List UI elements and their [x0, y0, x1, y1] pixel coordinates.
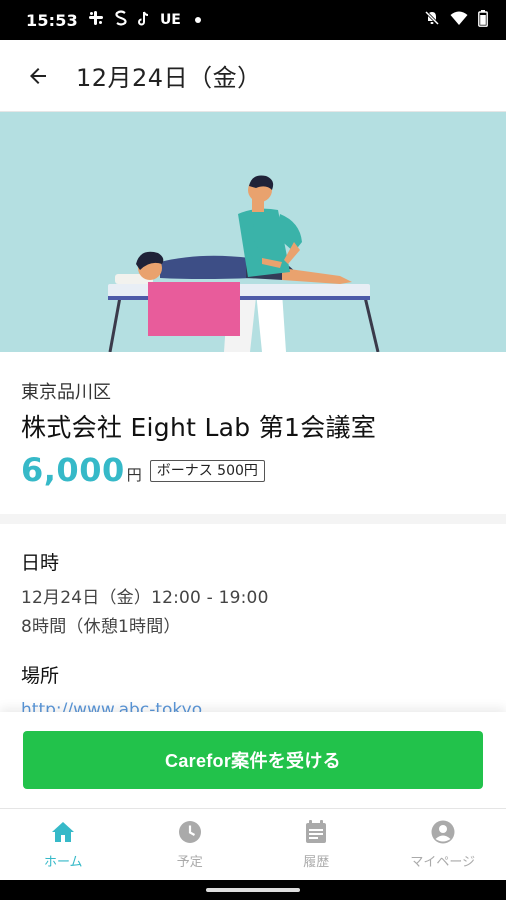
- gesture-handle[interactable]: [206, 888, 300, 892]
- bonus-badge: ボーナス 500円: [149, 460, 265, 482]
- venue-title: 株式会社 Eight Lab 第1会議室: [21, 413, 377, 442]
- price-value: 6,000: [21, 451, 125, 489]
- nav-label-schedule: 予定: [176, 855, 203, 870]
- duration-line: 8時間（休憩1時間）: [21, 617, 181, 637]
- tiktok-icon: [137, 11, 150, 30]
- nav-item-history[interactable]: 履歴: [253, 809, 380, 880]
- screen: 12月24日（金） 東京品川区 株式会社 Eight Lab 第1会議室 6,0…: [0, 40, 506, 880]
- nav-item-mypage[interactable]: マイページ: [380, 809, 506, 880]
- datetime-line: 12月24日（金）12:00 - 19:00: [21, 588, 269, 608]
- accept-job-button[interactable]: Carefor案件を受ける: [23, 731, 483, 789]
- price-row: 6,000 円 ボーナス 500円: [21, 452, 485, 488]
- hero-illustration: [0, 112, 506, 352]
- status-bar: 15:53 UE: [0, 0, 506, 40]
- nav-item-schedule[interactable]: 予定: [127, 809, 254, 880]
- section-divider: [0, 514, 506, 524]
- gesture-bar: [0, 880, 506, 900]
- area-label: 東京品川区: [21, 382, 111, 403]
- bottom-nav: ホーム 予定 履歴 マイページ: [0, 808, 506, 880]
- datetime-heading: 日時: [21, 552, 60, 574]
- price-unit: 円: [126, 466, 142, 484]
- mute-icon: [424, 10, 440, 30]
- app-bar: 12月24日（金）: [0, 40, 506, 112]
- account-icon: [430, 819, 456, 845]
- home-icon: [50, 819, 76, 845]
- battery-icon: [478, 9, 488, 31]
- clock-icon: [177, 819, 203, 845]
- job-details: 東京品川区 株式会社 Eight Lab 第1会議室 6,000 円 ボーナス …: [0, 352, 506, 720]
- s-icon: [114, 10, 128, 30]
- nav-item-home[interactable]: ホーム: [0, 809, 127, 880]
- notification-dot: [194, 17, 201, 23]
- arrow-left-icon: [30, 67, 46, 84]
- slack-icon: [88, 10, 104, 30]
- nav-label-mypage: マイページ: [410, 855, 476, 870]
- back-button[interactable]: [22, 60, 54, 92]
- cta-area: Carefor案件を受ける: [0, 712, 506, 808]
- status-time: 15:53: [26, 10, 78, 30]
- nav-label-history: 履歴: [303, 855, 330, 870]
- calendar-icon: [303, 819, 329, 845]
- place-heading: 場所: [21, 665, 60, 687]
- nav-label-home: ホーム: [43, 855, 83, 870]
- ue-label: UE: [159, 12, 181, 28]
- wifi-icon: [450, 11, 468, 30]
- page-title: 12月24日（金）: [76, 64, 262, 92]
